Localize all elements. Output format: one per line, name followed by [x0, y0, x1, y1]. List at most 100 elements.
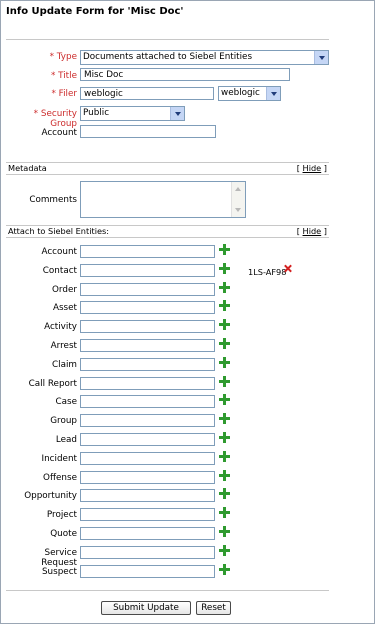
entity-label: Activity — [44, 322, 77, 332]
entity-input[interactable] — [80, 565, 215, 578]
security-group-label-text: Security Group — [40, 109, 77, 129]
type-label: * Type — [6, 52, 77, 62]
required-mark: * — [51, 89, 56, 99]
filer-label-text: Filer — [58, 89, 77, 99]
entity-input[interactable] — [80, 245, 215, 258]
filer-select[interactable]: weblogic — [218, 86, 281, 101]
submit-update-button[interactable]: Submit Update — [101, 601, 191, 615]
type-select-value: Documents attached to Siebel Entities — [83, 52, 253, 62]
entity-label: Opportunity — [24, 491, 77, 501]
type-select[interactable]: Documents attached to Siebel Entities — [80, 50, 329, 65]
entity-label: Service Request — [41, 548, 77, 568]
entity-label: Quote — [50, 529, 77, 539]
attached-entity-id: 1LS-AF98 — [248, 267, 287, 277]
attach-section-title: Attach to Siebel Entities: — [8, 226, 110, 236]
entity-label: Contact — [42, 266, 77, 276]
chevron-down-icon[interactable] — [314, 51, 328, 64]
entity-input[interactable] — [80, 414, 215, 427]
account-input[interactable] — [80, 125, 216, 138]
entity-input[interactable] — [80, 527, 215, 540]
add-icon[interactable] — [219, 394, 230, 405]
title-label-text: Title — [58, 71, 77, 81]
security-group-label: * Security Group — [6, 109, 77, 129]
add-icon[interactable] — [219, 263, 230, 274]
divider — [6, 39, 329, 40]
entity-label: Suspect — [41, 567, 77, 577]
add-icon[interactable] — [219, 282, 230, 293]
add-icon[interactable] — [219, 432, 230, 443]
add-icon[interactable] — [219, 338, 230, 349]
entity-label: Incident — [41, 454, 77, 464]
metadata-hide-text[interactable]: Hide — [303, 163, 322, 173]
comments-textarea[interactable] — [80, 181, 246, 218]
filer-select-value: weblogic — [221, 88, 260, 98]
comments-label: Comments — [29, 195, 77, 205]
entity-label: Lead — [55, 435, 77, 445]
account-label: Account — [41, 128, 77, 138]
entity-label: Claim — [52, 360, 77, 370]
type-label-text: Type — [56, 52, 77, 62]
add-icon[interactable] — [219, 319, 230, 330]
entity-label: Project — [46, 510, 77, 520]
security-group-select[interactable]: Public — [80, 106, 185, 121]
form-title: Info Update Form for 'Misc Doc' — [6, 6, 184, 17]
add-icon[interactable] — [219, 526, 230, 537]
entity-label: Offense — [43, 473, 77, 483]
entity-input[interactable] — [80, 301, 215, 314]
required-mark: * — [49, 52, 54, 62]
metadata-hide-link[interactable]: [ Hide ] — [297, 163, 327, 174]
add-icon[interactable] — [219, 507, 230, 518]
entity-label: Order — [52, 285, 77, 295]
add-icon[interactable] — [219, 376, 230, 387]
info-update-form: Info Update Form for 'Misc Doc' * Type D… — [0, 0, 375, 624]
entity-input[interactable] — [80, 489, 215, 502]
required-mark: * — [33, 109, 39, 119]
entity-label: Call Report — [28, 379, 77, 389]
entity-input[interactable] — [80, 433, 215, 446]
add-icon[interactable] — [219, 488, 230, 499]
remove-icon[interactable] — [284, 265, 291, 272]
chevron-down-icon[interactable] — [170, 107, 184, 120]
add-icon[interactable] — [219, 564, 230, 575]
entity-label: Case — [55, 397, 77, 407]
entity-input[interactable] — [80, 508, 215, 521]
comments-scrollbar[interactable] — [231, 182, 245, 217]
add-icon[interactable] — [219, 300, 230, 311]
entity-input[interactable] — [80, 339, 215, 352]
filer-label: * Filer — [6, 89, 77, 99]
add-icon[interactable] — [219, 451, 230, 462]
entity-input[interactable] — [80, 264, 215, 277]
entity-input[interactable] — [80, 395, 215, 408]
entity-label: Arrest — [50, 341, 77, 351]
reset-button[interactable]: Reset — [196, 601, 231, 615]
scroll-up-icon[interactable] — [235, 187, 241, 191]
add-icon[interactable] — [219, 357, 230, 368]
attach-hide-text[interactable]: Hide — [303, 226, 322, 236]
title-label: * Title — [6, 71, 77, 81]
required-mark: * — [50, 71, 56, 81]
entity-input[interactable] — [80, 283, 215, 296]
title-input[interactable]: Misc Doc — [80, 68, 290, 81]
scroll-down-icon[interactable] — [235, 208, 241, 212]
security-group-value: Public — [83, 108, 110, 118]
entity-input[interactable] — [80, 471, 215, 484]
entity-label: Group — [50, 416, 77, 426]
entity-label: Asset — [52, 303, 77, 313]
entity-input[interactable] — [80, 320, 215, 333]
add-icon[interactable] — [219, 545, 230, 556]
chevron-down-icon[interactable] — [266, 87, 280, 100]
divider — [6, 590, 329, 591]
filer-input[interactable]: weblogic — [80, 87, 214, 100]
add-icon[interactable] — [219, 244, 230, 255]
metadata-section-title: Metadata — [8, 163, 47, 173]
attach-hide-link[interactable]: [ Hide ] — [297, 226, 327, 237]
entity-input[interactable] — [80, 452, 215, 465]
add-icon[interactable] — [219, 470, 230, 481]
entity-input[interactable] — [80, 546, 215, 559]
entity-label: Account — [41, 247, 77, 257]
attach-section-header: Attach to Siebel Entities: [ Hide ] — [6, 225, 329, 238]
entity-input[interactable] — [80, 377, 215, 390]
entity-input[interactable] — [80, 358, 215, 371]
add-icon[interactable] — [219, 413, 230, 424]
metadata-section-header: Metadata [ Hide ] — [6, 162, 329, 175]
